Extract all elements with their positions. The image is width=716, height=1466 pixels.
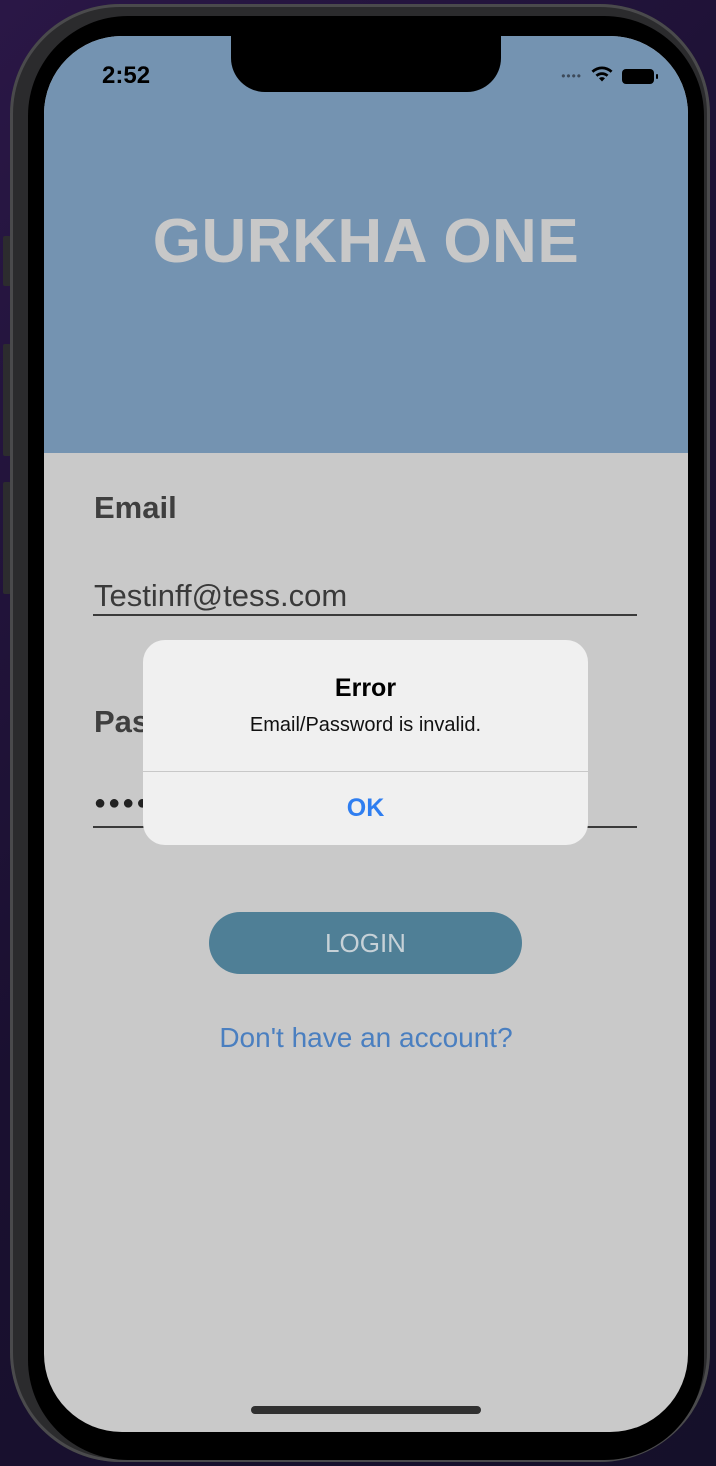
device-notch <box>231 36 501 92</box>
email-field-underline <box>93 614 637 616</box>
error-alert-dialog: Error Email/Password is invalid. OK <box>143 640 588 845</box>
home-indicator[interactable] <box>251 1406 481 1414</box>
battery-icon <box>622 68 658 84</box>
login-button[interactable]: LOGIN <box>209 912 522 974</box>
app-title: GURKHA ONE <box>152 207 580 276</box>
email-field[interactable]: Testinff@tess.com <box>94 578 347 614</box>
email-label: Email <box>94 490 177 525</box>
status-time: 2:52 <box>102 62 151 89</box>
alert-title: Error <box>334 674 397 702</box>
signup-link[interactable]: Don't have an account? <box>44 1022 688 1054</box>
app-header: GURKHA ONE <box>44 36 688 453</box>
app-screen: GURKHA ONE 2:52 •••• Email Testinff@tess… <box>44 36 688 1432</box>
cellular-dots-icon: •••• <box>561 69 582 83</box>
wifi-icon <box>590 65 614 88</box>
alert-message: Email/Password is invalid. <box>249 714 482 736</box>
alert-ok-button[interactable]: OK <box>143 772 588 845</box>
status-icons: •••• <box>561 65 658 88</box>
